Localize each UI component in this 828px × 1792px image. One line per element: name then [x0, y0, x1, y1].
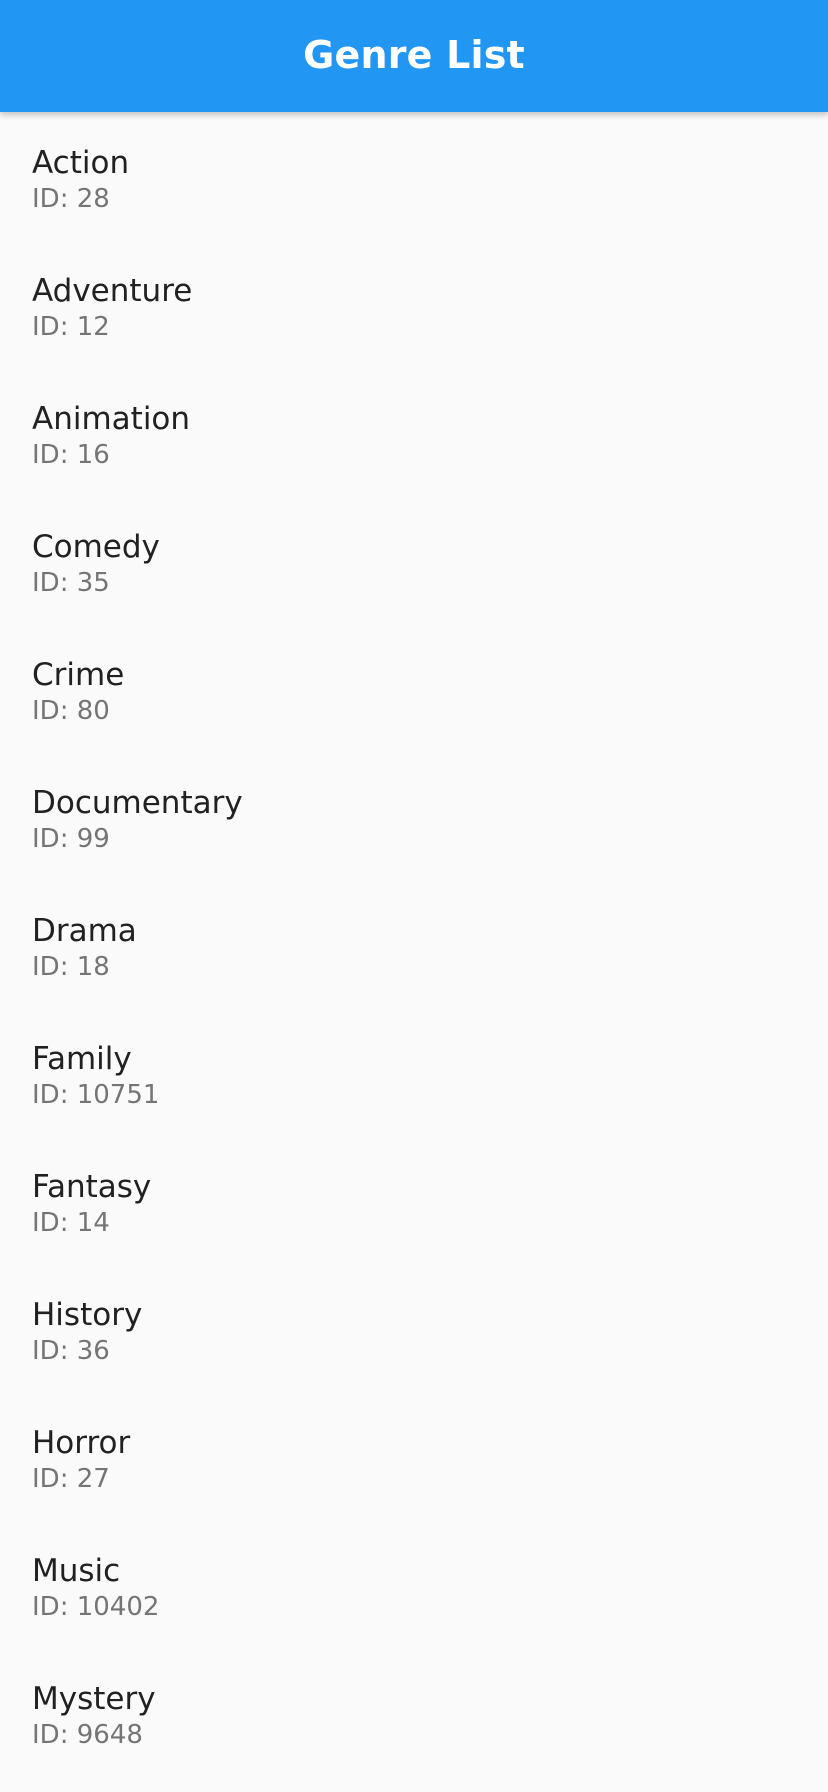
page-title: Genre List — [303, 33, 525, 77]
genre-name: Fantasy — [32, 1169, 152, 1205]
genre-name: Comedy — [32, 529, 160, 565]
app-bar: Genre List — [0, 0, 828, 112]
genre-id: ID: 14 — [32, 1208, 110, 1238]
list-item[interactable]: Crime ID: 80 — [0, 624, 828, 752]
list-item[interactable]: Fantasy ID: 14 — [0, 1136, 828, 1264]
genre-name: History — [32, 1297, 143, 1333]
list-item[interactable]: Horror ID: 27 — [0, 1392, 828, 1520]
genre-name: Drama — [32, 913, 137, 949]
genre-id: ID: 16 — [32, 440, 110, 470]
genre-id: ID: 18 — [32, 952, 110, 982]
genre-id: ID: 9648 — [32, 1720, 143, 1750]
list-item[interactable]: Comedy ID: 35 — [0, 496, 828, 624]
list-item[interactable]: Music ID: 10402 — [0, 1520, 828, 1648]
genre-id: ID: 80 — [32, 696, 110, 726]
genre-id: ID: 28 — [32, 184, 110, 214]
genre-id: ID: 12 — [32, 312, 110, 342]
list-item[interactable]: Documentary ID: 99 — [0, 752, 828, 880]
genre-list: Action ID: 28 Adventure ID: 12 Animation… — [0, 112, 828, 1792]
list-item[interactable]: History ID: 36 — [0, 1264, 828, 1392]
list-item[interactable]: Adventure ID: 12 — [0, 240, 828, 368]
genre-id: ID: 10751 — [32, 1080, 160, 1110]
genre-name: Action — [32, 145, 130, 181]
list-item[interactable]: Drama ID: 18 — [0, 880, 828, 1008]
genre-name: Animation — [32, 401, 191, 437]
list-item[interactable]: Mystery ID: 9648 — [0, 1648, 828, 1776]
list-item[interactable]: Action ID: 28 — [0, 112, 828, 240]
list-item[interactable]: Animation ID: 16 — [0, 368, 828, 496]
genre-name: Mystery — [32, 1681, 156, 1717]
genre-id: ID: 36 — [32, 1336, 110, 1366]
genre-name: Adventure — [32, 273, 193, 309]
genre-id: ID: 99 — [32, 824, 110, 854]
genre-id: ID: 27 — [32, 1464, 110, 1494]
genre-name: Music — [32, 1553, 121, 1589]
genre-name: Documentary — [32, 785, 243, 821]
genre-name: Crime — [32, 657, 125, 693]
genre-name: Horror — [32, 1425, 131, 1461]
genre-id: ID: 10402 — [32, 1592, 160, 1622]
genre-name: Family — [32, 1041, 132, 1077]
genre-id: ID: 35 — [32, 568, 110, 598]
list-item[interactable]: Family ID: 10751 — [0, 1008, 828, 1136]
